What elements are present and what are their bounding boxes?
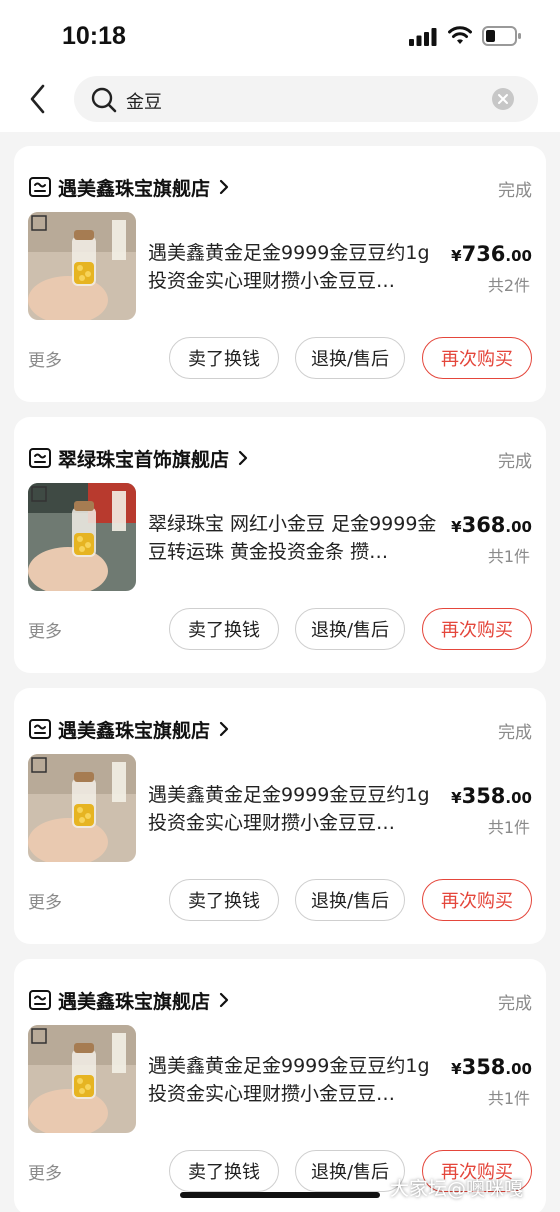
price-integer: 368 xyxy=(461,513,506,537)
wifi-icon xyxy=(448,26,472,44)
product-title[interactable]: 遇美鑫黄金足金9999金豆豆约1g投资金实心理财攒小金豆豆… xyxy=(148,1052,444,1108)
store-link[interactable]: 翠绿珠宝首饰旗舰店 xyxy=(28,443,249,473)
store-name: 遇美鑫珠宝旗舰店 xyxy=(58,719,211,742)
price-decimal: .00 xyxy=(505,247,532,265)
order-card[interactable]: 翠绿珠宝首饰旗舰店 完成 翠绿珠宝 网红小金豆 足金9999金豆转运珠 黄金投资… xyxy=(14,417,546,673)
product-title[interactable]: 遇美鑫黄金足金9999金豆豆约1g投资金实心理财攒小金豆豆… xyxy=(148,781,444,837)
price-decimal: .00 xyxy=(505,1060,532,1078)
sell-button[interactable]: 卖了换钱 xyxy=(169,608,279,650)
item-count: 共1件 xyxy=(487,547,530,566)
price-integer: 736 xyxy=(461,242,506,266)
sell-button[interactable]: 卖了换钱 xyxy=(169,879,279,921)
price-decimal: .00 xyxy=(505,518,532,536)
item-count: 共1件 xyxy=(487,1089,530,1108)
rebuy-button[interactable]: 再次购买 xyxy=(422,608,532,650)
price-currency: ¥ xyxy=(451,1060,462,1078)
price-integer: 358 xyxy=(461,784,506,808)
search-input[interactable]: 金豆 xyxy=(74,76,538,122)
refund-button[interactable]: 退换/售后 xyxy=(295,337,405,379)
back-icon[interactable] xyxy=(26,82,50,116)
order-status: 完成 xyxy=(498,181,532,201)
search-query: 金豆 xyxy=(126,92,162,113)
order-price: ¥368.00 xyxy=(451,513,532,537)
rebuy-button[interactable]: 再次购买 xyxy=(422,879,532,921)
store-icon xyxy=(29,177,51,197)
product-title[interactable]: 遇美鑫黄金足金9999金豆豆约1g投资金实心理财攒小金豆豆… xyxy=(148,239,444,295)
battery-icon xyxy=(482,26,521,46)
store-link[interactable]: 遇美鑫珠宝旗舰店 xyxy=(28,172,230,202)
price-currency: ¥ xyxy=(451,247,462,265)
order-status: 完成 xyxy=(498,994,532,1014)
more-link[interactable]: 更多 xyxy=(28,346,62,371)
order-price: ¥358.00 xyxy=(451,784,532,808)
rebuy-button[interactable]: 再次购买 xyxy=(422,337,532,379)
price-integer: 358 xyxy=(461,1055,506,1079)
sell-button[interactable]: 卖了换钱 xyxy=(169,1150,279,1192)
refund-button[interactable]: 退换/售后 xyxy=(295,608,405,650)
store-name: 遇美鑫珠宝旗舰店 xyxy=(58,177,211,200)
store-link[interactable]: 遇美鑫珠宝旗舰店 xyxy=(28,714,230,744)
search-header: 金豆 xyxy=(0,66,560,132)
order-status: 完成 xyxy=(498,723,532,743)
order-price: ¥358.00 xyxy=(451,1055,532,1079)
chevron-right-icon xyxy=(219,721,229,737)
order-card[interactable]: 遇美鑫珠宝旗舰店 完成 遇美鑫黄金足金9999金豆豆约1g投资金实心理财攒小金豆… xyxy=(14,688,546,944)
product-image[interactable] xyxy=(28,212,136,320)
status-bar: 10:18 xyxy=(0,0,560,66)
watermark: 大家坛@噢咪嘎 xyxy=(390,1178,524,1200)
cellular-signal-icon xyxy=(409,28,437,46)
more-link[interactable]: 更多 xyxy=(28,888,62,913)
more-link[interactable]: 更多 xyxy=(28,617,62,642)
search-icon xyxy=(91,87,117,113)
product-title[interactable]: 翠绿珠宝 网红小金豆 足金9999金豆转运珠 黄金投资金条 攒… xyxy=(148,510,444,566)
item-count: 共2件 xyxy=(487,276,530,295)
sell-button[interactable]: 卖了换钱 xyxy=(169,337,279,379)
refund-button[interactable]: 退换/售后 xyxy=(295,879,405,921)
item-count: 共1件 xyxy=(487,818,530,837)
product-image[interactable] xyxy=(28,1025,136,1133)
price-currency: ¥ xyxy=(451,789,462,807)
clear-icon[interactable] xyxy=(491,87,515,111)
price-decimal: .00 xyxy=(505,789,532,807)
product-image[interactable] xyxy=(28,754,136,862)
chevron-right-icon xyxy=(219,179,229,195)
status-time: 10:18 xyxy=(62,22,126,50)
store-name: 翠绿珠宝首饰旗舰店 xyxy=(58,448,230,471)
price-currency: ¥ xyxy=(451,518,462,536)
store-name: 遇美鑫珠宝旗舰店 xyxy=(58,990,211,1013)
chevron-right-icon xyxy=(238,450,248,466)
product-image[interactable] xyxy=(28,483,136,591)
store-link[interactable]: 遇美鑫珠宝旗舰店 xyxy=(28,985,230,1015)
home-indicator xyxy=(180,1192,380,1198)
store-icon xyxy=(29,990,51,1010)
order-card[interactable]: 遇美鑫珠宝旗舰店 完成 遇美鑫黄金足金9999金豆豆约1g投资金实心理财攒小金豆… xyxy=(14,146,546,402)
more-link[interactable]: 更多 xyxy=(28,1159,62,1184)
order-status: 完成 xyxy=(498,452,532,472)
store-icon xyxy=(29,448,51,468)
chevron-right-icon xyxy=(219,992,229,1008)
order-price: ¥736.00 xyxy=(451,242,532,266)
refund-button[interactable]: 退换/售后 xyxy=(295,1150,405,1192)
store-icon xyxy=(29,719,51,739)
